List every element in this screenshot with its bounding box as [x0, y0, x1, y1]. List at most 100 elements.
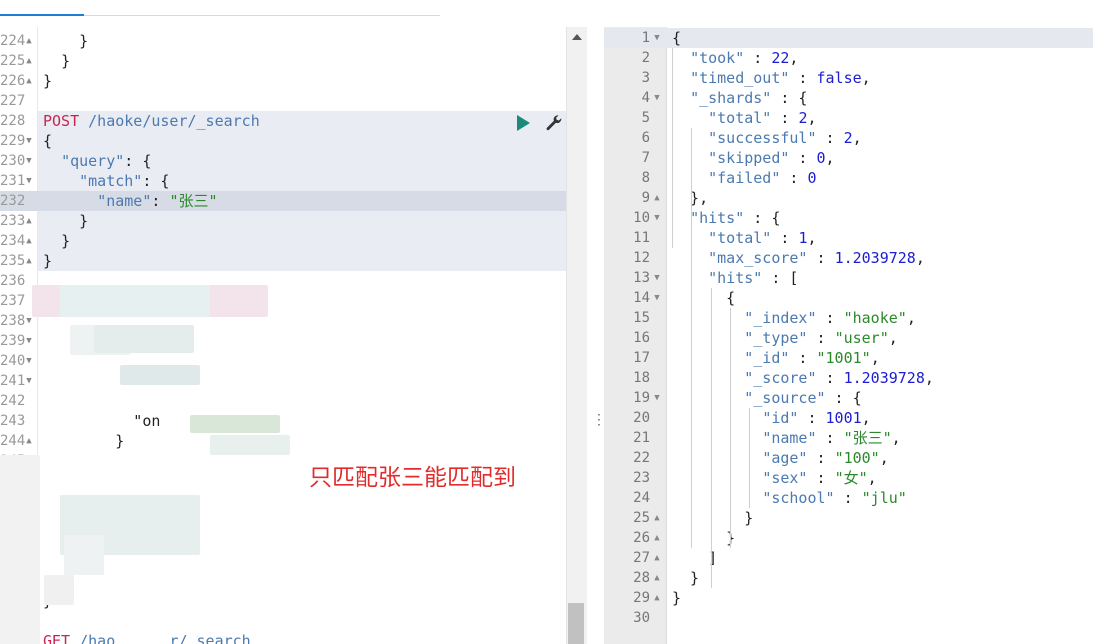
- line-number: 230: [0, 153, 26, 169]
- code-token: : {: [771, 89, 808, 107]
- request-editor[interactable]: 224 ▲ } 225 ▲ } 226 ▲} 227 228 POST /haoke/user/…: [0, 27, 566, 644]
- line-number: 26: [633, 530, 650, 546]
- fold-close-icon[interactable]: ▲: [652, 588, 662, 608]
- line-number: 235: [0, 253, 26, 269]
- code-token: 1001: [825, 409, 862, 427]
- annotation-text: 只匹配张三能匹配到: [309, 465, 516, 491]
- code-text: "name" : "张三",: [672, 428, 900, 448]
- fold-open-icon[interactable]: ▼: [24, 131, 34, 151]
- code-token: "张三": [843, 429, 892, 447]
- line-number: 13: [633, 270, 650, 286]
- fold-open-icon[interactable]: ▼: [652, 88, 662, 108]
- fold-open-icon[interactable]: ▼: [652, 288, 662, 308]
- blur-block: [44, 575, 74, 605]
- line-number: 2: [641, 50, 650, 66]
- line-number: 17: [633, 350, 650, 366]
- code-text: "total" : 1,: [672, 228, 817, 248]
- fold-open-icon[interactable]: ▼: [24, 151, 34, 171]
- response-line: 23 "sex" : "女",: [604, 468, 1093, 488]
- line-number: 24: [633, 490, 650, 506]
- code-text: "took" : 22,: [672, 48, 798, 68]
- fold-close-icon[interactable]: ▲: [24, 251, 34, 271]
- code-text: "match": {: [43, 171, 169, 191]
- code-text: {: [672, 28, 681, 48]
- fold-close-icon[interactable]: ▲: [652, 568, 662, 588]
- pane-resize-icon[interactable]: ⋮: [592, 412, 606, 428]
- fold-open-icon[interactable]: ▼: [24, 171, 34, 191]
- code-token: "query": [61, 152, 125, 170]
- response-line: 29 ▲}: [604, 588, 1093, 608]
- active-tab-indicator[interactable]: [0, 14, 84, 16]
- scroll-up-arrow-icon[interactable]: [572, 34, 582, 40]
- wrench-icon[interactable]: [544, 113, 564, 133]
- code-token: "name": [97, 192, 152, 210]
- fold-close-icon[interactable]: ▲: [652, 188, 662, 208]
- fold-close-icon[interactable]: ▲: [652, 508, 662, 528]
- code-token: r/_search: [169, 632, 251, 644]
- code-token: "id": [762, 409, 799, 427]
- line-number: 25: [633, 510, 650, 526]
- line-number: 1: [641, 30, 650, 46]
- code-token: }: [43, 252, 53, 270]
- code-token: :: [816, 369, 844, 387]
- fold-open-icon[interactable]: ▼: [652, 28, 662, 48]
- blur-block: [120, 365, 200, 385]
- fold-close-icon[interactable]: ▲: [652, 528, 662, 548]
- code-token: ,: [807, 229, 817, 247]
- code-token: "100": [834, 449, 880, 467]
- response-line: 16 "_type" : "user",: [604, 328, 1093, 348]
- code-text: }: [43, 211, 88, 231]
- response-line: 24 "school" : "jlu": [604, 488, 1093, 508]
- line-number: 15: [633, 310, 650, 326]
- response-line: 15 "_index" : "haoke",: [604, 308, 1093, 328]
- code-token: :: [807, 249, 835, 267]
- code-token: ,: [870, 349, 880, 367]
- play-icon[interactable]: [517, 115, 530, 131]
- response-viewer[interactable]: 1 ▼{2 "took" : 22, 3 "timed_out" : false, 4…: [604, 27, 1093, 644]
- blur-block: [64, 535, 104, 575]
- code-token: "jlu": [861, 489, 907, 507]
- code-token: :: [807, 449, 835, 467]
- line-number: 232: [0, 193, 26, 209]
- fold-close-icon[interactable]: ▲: [24, 71, 34, 91]
- code-token: ,: [789, 49, 799, 67]
- code-token: : {: [124, 152, 152, 170]
- request-editor-scrollbar[interactable]: [566, 27, 587, 644]
- code-text: POST /haoke/user/_search: [43, 111, 260, 131]
- line-number: 234: [0, 233, 26, 249]
- code-token: :: [771, 109, 799, 127]
- blur-block: [60, 285, 210, 317]
- code-text: }: [43, 51, 70, 71]
- indent-guide: [691, 128, 692, 548]
- code-token: :: [816, 429, 844, 447]
- fold-close-icon[interactable]: ▲: [652, 548, 662, 568]
- line-number: 6: [641, 130, 650, 146]
- code-token: "skipped": [708, 149, 790, 167]
- request-line: 230 ▼ "query": {: [0, 151, 566, 171]
- scrollbar-thumb[interactable]: [568, 603, 584, 644]
- code-text: "school" : "jlu": [672, 488, 907, 508]
- code-token: "match": [79, 172, 143, 190]
- fold-open-icon[interactable]: ▼: [652, 268, 662, 288]
- line-number: 228: [0, 113, 26, 129]
- fold-close-icon[interactable]: ▲: [24, 231, 34, 251]
- fold-close-icon[interactable]: ▲: [24, 31, 34, 51]
- code-token: POST: [43, 112, 80, 130]
- request-line: 233 ▲ }: [0, 211, 566, 231]
- code-text: "_id" : "1001",: [672, 348, 880, 368]
- line-number: 225: [0, 53, 26, 69]
- fold-open-icon[interactable]: ▼: [652, 208, 662, 228]
- fold-close-icon[interactable]: ▲: [24, 211, 34, 231]
- code-token: "haoke": [843, 309, 907, 327]
- response-line: 14 ▼ {: [604, 288, 1093, 308]
- request-line: 232 "name": "张三": [0, 191, 566, 211]
- fold-close-icon[interactable]: ▲: [24, 51, 34, 71]
- fold-open-icon[interactable]: ▼: [652, 388, 662, 408]
- response-line: 25 ▲ }: [604, 508, 1093, 528]
- request-line: 254GET /hao r/_search: [0, 631, 566, 644]
